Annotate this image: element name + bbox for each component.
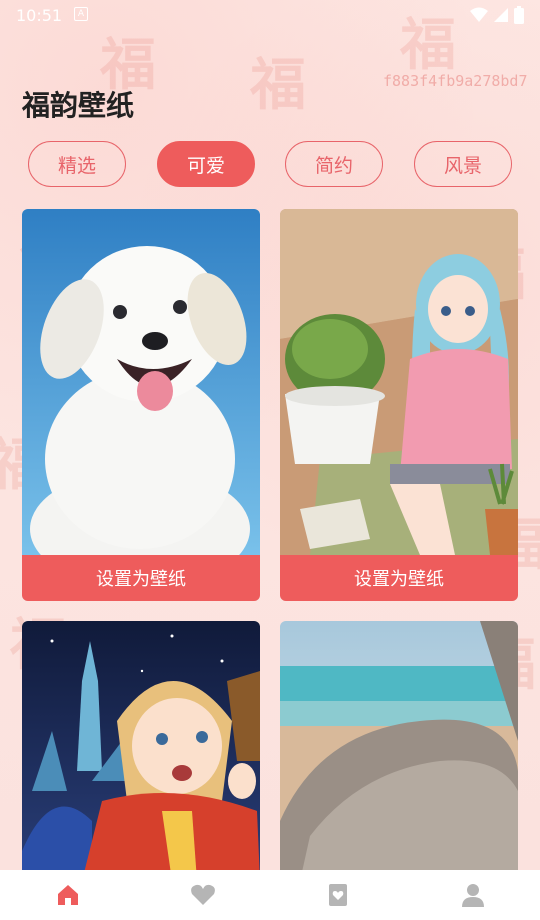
- status-bar: 10:51 A: [0, 0, 540, 32]
- tab-featured[interactable]: 精选: [28, 141, 126, 187]
- set-wallpaper-button[interactable]: 设置为壁纸: [22, 555, 260, 601]
- tab-scenery[interactable]: 风景: [414, 141, 512, 187]
- wallpaper-image-night-girl: [22, 621, 260, 881]
- wifi-icon: [470, 7, 488, 22]
- nav-collection[interactable]: [308, 875, 368, 915]
- category-tabs: 精选 可爱 简约 风景: [28, 141, 512, 187]
- wallpaper-card[interactable]: 设置为壁纸: [22, 209, 260, 601]
- set-wallpaper-button[interactable]: 设置为壁纸: [280, 555, 518, 601]
- home-icon: [57, 885, 78, 905]
- battery-icon: [514, 6, 524, 24]
- nav-favorites[interactable]: [173, 875, 233, 915]
- signal-icon: [494, 8, 508, 22]
- user-icon: [461, 884, 484, 907]
- nav-profile[interactable]: [443, 875, 503, 915]
- wallpaper-card[interactable]: [22, 621, 260, 881]
- bottom-navigation: [0, 870, 540, 920]
- page-title: 福韵壁纸: [22, 89, 135, 122]
- wallpaper-card[interactable]: [280, 621, 518, 881]
- status-icons: [470, 6, 524, 24]
- nav-home[interactable]: [38, 875, 98, 915]
- wallpaper-image-puppy: [22, 209, 260, 555]
- status-app-indicator: A: [74, 7, 88, 21]
- watermark-text: f883f4fb9a278bd7: [383, 72, 528, 90]
- wallpaper-image-anime-girl: [280, 209, 518, 555]
- tab-cute[interactable]: 可爱: [157, 141, 255, 187]
- tab-simple[interactable]: 简约: [285, 141, 383, 187]
- wallpaper-image-beach: [280, 621, 518, 881]
- status-time: 10:51: [16, 6, 63, 25]
- heart-icon: [190, 884, 215, 905]
- wallpaper-card[interactable]: 设置为壁纸: [280, 209, 518, 601]
- card-heart-icon: [328, 884, 347, 906]
